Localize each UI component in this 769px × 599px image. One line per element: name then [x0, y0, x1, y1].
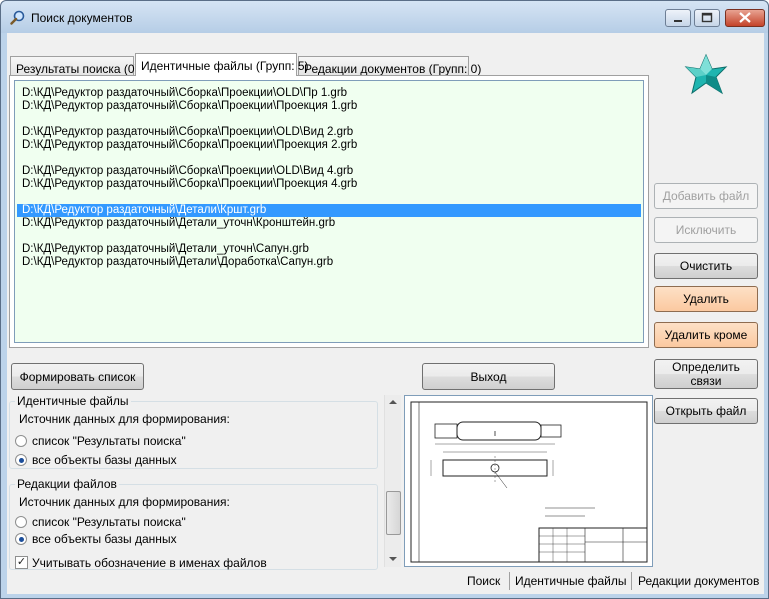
- list-item[interactable]: D:\КД\Редуктор раздаточный\Сборка\Проекц…: [17, 139, 641, 152]
- client-area: Результаты поиска (0) Идентичные файлы (…: [7, 33, 764, 594]
- minimize-button[interactable]: [665, 9, 691, 27]
- status-search: Поиск: [467, 574, 501, 588]
- scroll-down-icon[interactable]: [385, 552, 401, 566]
- close-button[interactable]: [725, 9, 765, 27]
- list-item[interactable]: D:\КД\Редуктор раздаточный\Сборка\Проекц…: [17, 165, 641, 178]
- revisions-option-all-objects-radio[interactable]: [15, 533, 27, 545]
- status-bar: Поиск Идентичные файлы Редакции документ…: [7, 570, 764, 594]
- add-file-button[interactable]: Добавить файл: [654, 183, 758, 209]
- revisions-source-label: Источник данных для формирования:: [19, 495, 230, 509]
- revisions-group-title: Редакции файлов: [15, 477, 119, 491]
- main-window: Поиск документов Результаты поиска (0) И…: [0, 0, 769, 599]
- revisions-option-all-objects-label[interactable]: все объекты базы данных: [32, 532, 177, 546]
- identical-files-list[interactable]: D:\КД\Редуктор раздаточный\Сборка\Проекц…: [14, 80, 644, 343]
- window-title: Поиск документов: [31, 11, 133, 25]
- list-item[interactable]: D:\КД\Редуктор раздаточный\Сборка\Проекц…: [17, 178, 641, 191]
- status-document-revisions: Редакции документов: [638, 574, 760, 588]
- minimize-icon: [674, 20, 682, 22]
- options-scrollbar[interactable]: [384, 395, 401, 567]
- identical-option-all-objects-label[interactable]: все объекты базы данных: [32, 453, 177, 467]
- tab-document-revisions[interactable]: Редакции документов (Групп: 0): [298, 56, 481, 76]
- identical-source-label: Источник данных для формирования:: [19, 412, 230, 426]
- revisions-option-search-results-label[interactable]: список "Результаты поиска": [32, 515, 186, 529]
- list-item[interactable]: D:\КД\Редуктор раздаточный\Детали_уточн\…: [17, 217, 641, 230]
- identical-option-search-results-radio[interactable]: [15, 435, 27, 447]
- exclude-button[interactable]: Исключить: [654, 217, 758, 243]
- identical-files-group-title: Идентичные файлы: [15, 394, 131, 408]
- app-logo-icon: [684, 53, 728, 95]
- define-links-button[interactable]: Определить связи: [654, 359, 758, 389]
- list-item[interactable]: D:\КД\Редуктор раздаточный\Детали\Дорабо…: [17, 256, 641, 269]
- tab-panel: D:\КД\Редуктор раздаточный\Сборка\Проекц…: [9, 75, 649, 348]
- exit-button[interactable]: Выход: [422, 363, 555, 390]
- maximize-button[interactable]: [694, 9, 720, 27]
- list-item[interactable]: D:\КД\Редуктор раздаточный\Сборка\Проекц…: [17, 126, 641, 139]
- consider-designation-checkbox[interactable]: ✓: [15, 556, 28, 569]
- list-item[interactable]: D:\КД\Редуктор раздаточный\Детали_уточн\…: [17, 243, 641, 256]
- title-bar: Поиск документов: [1, 1, 768, 33]
- list-item[interactable]: D:\КД\Редуктор раздаточный\Сборка\Проекц…: [17, 100, 641, 113]
- identical-option-all-objects-radio[interactable]: [15, 454, 27, 466]
- drawing-thumbnail: [410, 401, 648, 563]
- list-item-selected[interactable]: D:\КД\Редуктор раздаточный\Детали\Кршт.g…: [17, 204, 641, 217]
- delete-except-button[interactable]: Удалить кроме: [654, 322, 758, 348]
- identical-option-search-results-label[interactable]: список "Результаты поиска": [32, 434, 186, 448]
- status-separator: [631, 572, 632, 590]
- close-icon: [739, 12, 751, 23]
- scrollbar-thumb[interactable]: [386, 491, 401, 535]
- scroll-up-icon[interactable]: [385, 395, 401, 409]
- tab-search-results[interactable]: Результаты поиска (0): [10, 56, 139, 76]
- open-file-button[interactable]: Открыть файл: [654, 398, 758, 424]
- delete-button[interactable]: Удалить: [654, 286, 758, 312]
- search-icon: [10, 10, 25, 25]
- revisions-option-search-results-radio[interactable]: [15, 516, 27, 528]
- status-separator: [509, 572, 510, 590]
- clear-button[interactable]: Очистить: [654, 253, 758, 279]
- consider-designation-label[interactable]: Учитывать обозначение в именах файлов: [32, 556, 267, 570]
- tab-identical-files[interactable]: Идентичные файлы (Групп: 5): [135, 53, 309, 76]
- form-list-button[interactable]: Формировать список: [11, 363, 144, 390]
- drawing-preview: [404, 395, 653, 567]
- status-identical-files: Идентичные файлы: [515, 574, 627, 588]
- maximize-icon: [701, 12, 713, 23]
- list-item[interactable]: D:\КД\Редуктор раздаточный\Сборка\Проекц…: [17, 87, 641, 100]
